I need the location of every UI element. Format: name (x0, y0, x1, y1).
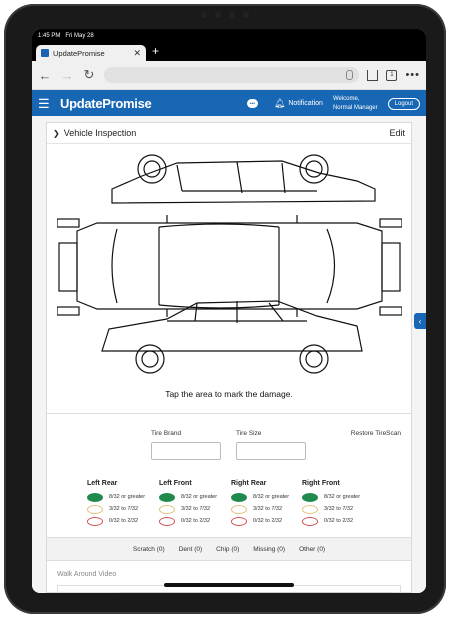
tread-option-good[interactable]: 8/32 or greater (231, 491, 301, 503)
tread-poor-indicator[interactable] (302, 516, 318, 526)
brand-logo[interactable]: UpdatePromise (60, 96, 152, 111)
tread-poor-indicator[interactable] (87, 516, 103, 526)
share-icon[interactable] (367, 69, 379, 81)
tablet-frame: 1:45 PM Fri May 28 UpdatePromise ✕ + ← →… (4, 4, 446, 614)
chevron-down-icon[interactable]: ❯ (53, 129, 60, 138)
user-greeting: Welcome, Normal Manager (333, 95, 378, 113)
tire-brand-label: Tire Brand (151, 430, 182, 437)
favicon-icon (41, 49, 49, 57)
notification-link[interactable]: Notification (288, 100, 323, 107)
menu-icon[interactable]: ☰ (38, 96, 52, 112)
vehicle-inspection-card: ❯ Vehicle Inspection Edit Tap the area t… (46, 122, 412, 593)
mic-icon[interactable] (346, 70, 354, 80)
tread-option-poor[interactable]: 0/32 to 2/32 (87, 515, 157, 527)
tire-position-label: Right Front (302, 480, 340, 487)
tire-size-label: Tire Size (236, 430, 262, 437)
edit-button[interactable]: Edit (389, 128, 405, 138)
back-icon[interactable]: ← (38, 68, 52, 83)
tire-section: Tire Brand Tire Size Restore TireScan Le… (47, 413, 411, 538)
tread-good-indicator[interactable] (231, 492, 247, 502)
tread-good-indicator[interactable] (87, 492, 103, 502)
tire-size-input[interactable] (236, 442, 306, 460)
close-tab-icon[interactable]: ✕ (133, 48, 141, 59)
forward-icon[interactable]: → (60, 68, 74, 83)
tread-option-good[interactable]: 8/32 or greater (87, 491, 157, 503)
inspection-header[interactable]: ❯ Vehicle Inspection Edit (47, 123, 411, 144)
video-box[interactable] (118, 592, 394, 593)
welcome-text: Welcome, (332, 95, 360, 102)
bell-icon[interactable]: 🔔︎ (274, 98, 285, 109)
tread-option-good[interactable]: 8/32 or greater (302, 491, 372, 503)
damage-dent-count[interactable]: Dent (0) (179, 546, 202, 553)
tread-option-poor[interactable]: 0/32 to 2/32 (159, 515, 229, 527)
damage-missing-count[interactable]: Missing (0) (253, 546, 285, 553)
tread-option-fair[interactable]: 3/32 to 7/32 (231, 503, 301, 515)
tread-fair-indicator[interactable] (231, 504, 247, 514)
tread-option-fair[interactable]: 3/32 to 7/32 (159, 503, 229, 515)
screen: 1:45 PM Fri May 28 UpdatePromise ✕ + ← →… (32, 29, 426, 593)
chevron-left-icon[interactable]: ‹ (414, 313, 426, 329)
tread-option-fair[interactable]: 3/32 to 7/32 (87, 503, 157, 515)
tread-good-indicator[interactable] (159, 492, 175, 502)
tread-option-good[interactable]: 8/32 or greater (159, 491, 229, 503)
camera-cluster (201, 12, 249, 18)
tread-good-indicator[interactable] (302, 492, 318, 502)
tire-position-label: Left Rear (87, 480, 118, 487)
status-date: Fri May 28 (65, 33, 94, 39)
diagram-caption: Tap the area to mark the damage. (165, 389, 293, 399)
chat-icon[interactable]: ••• (246, 99, 258, 108)
walk-around-label: Walk Around Video (57, 571, 117, 578)
tire-position-label: Right Rear (231, 480, 267, 487)
tread-fair-indicator[interactable] (302, 504, 318, 514)
damage-summary-bar: Scratch (0) Dent (0) Chip (0) Missing (0… (47, 537, 411, 561)
browser-tab-strip: UpdatePromise ✕ + (32, 43, 426, 61)
damage-scratch-count[interactable]: Scratch (0) (133, 546, 165, 553)
browser-tab-title: UpdatePromise (53, 48, 105, 58)
tread-option-fair[interactable]: 3/32 to 7/32 (302, 503, 372, 515)
more-menu-icon[interactable]: ••• (405, 69, 420, 81)
tread-option-poor[interactable]: 0/32 to 2/32 (231, 515, 301, 527)
tire-brand-input[interactable] (151, 442, 221, 460)
tab-count-button[interactable]: 1 (386, 69, 398, 81)
tire-right-front: Right Front 8/32 or greater 3/32 to 7/32… (302, 480, 372, 527)
damage-chip-count[interactable]: Chip (0) (216, 546, 239, 553)
tire-position-label: Left Front (159, 480, 192, 487)
tread-fair-indicator[interactable] (87, 504, 103, 514)
damage-other-count[interactable]: Other (0) (299, 546, 325, 553)
main-content: ❯ Vehicle Inspection Edit Tap the area t… (32, 116, 426, 593)
vehicle-damage-diagram[interactable] (57, 151, 402, 383)
inspection-title: Vehicle Inspection (63, 128, 137, 138)
tread-poor-indicator[interactable] (159, 516, 175, 526)
browser-tab[interactable]: UpdatePromise ✕ (36, 45, 146, 61)
reload-icon[interactable]: ↻ (82, 67, 96, 83)
tire-left-rear: Left Rear 8/32 or greater 3/32 to 7/32 0… (87, 480, 157, 527)
car-right-side-view[interactable] (101, 300, 363, 374)
new-tab-icon[interactable]: + (152, 44, 159, 58)
tread-fair-indicator[interactable] (159, 504, 175, 514)
address-bar[interactable] (104, 67, 360, 83)
app-header: ☰ UpdatePromise ••• 🔔︎ Notification Welc… (32, 90, 426, 117)
logout-button[interactable]: Logout (387, 97, 420, 110)
home-indicator (164, 583, 294, 587)
user-name: Normal Manager (332, 104, 378, 111)
tread-poor-indicator[interactable] (231, 516, 247, 526)
status-bar: 1:45 PM Fri May 28 (32, 29, 426, 43)
tread-option-poor[interactable]: 0/32 to 2/32 (302, 515, 372, 527)
restore-tirescan-link[interactable]: Restore TireScan (351, 430, 401, 437)
status-time: 1:45 PM (38, 33, 61, 39)
car-left-side-view[interactable] (111, 154, 376, 204)
browser-toolbar: ← → ↻ 1 ••• (32, 61, 426, 90)
tire-left-front: Left Front 8/32 or greater 3/32 to 7/32 … (159, 480, 229, 527)
tire-right-rear: Right Rear 8/32 or greater 3/32 to 7/32 … (231, 480, 301, 527)
